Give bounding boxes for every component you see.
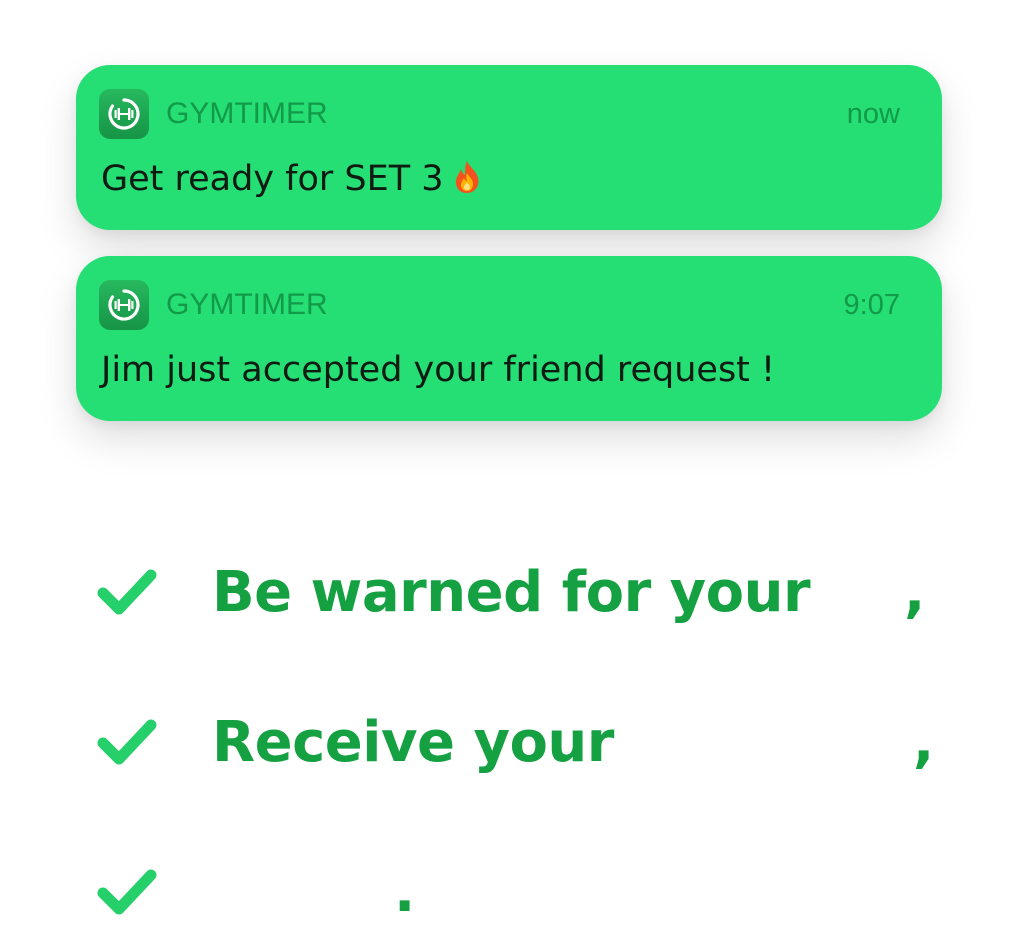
feature-item: . (0, 853, 1018, 933)
notification-time: 9:07 (843, 289, 900, 321)
feature-punctuation: . (394, 860, 416, 925)
checkmark-icon (97, 869, 157, 915)
notification-app-name: GYMTIMER (166, 288, 328, 321)
fire-emoji-icon (452, 160, 482, 205)
gymtimer-app-icon (99, 89, 149, 139)
checkmark-icon (97, 569, 157, 615)
gymtimer-app-icon (99, 280, 149, 330)
feature-punctuation: , (913, 710, 935, 775)
notification-card[interactable]: GYMTIMER now Get ready for SET 3 (76, 65, 942, 230)
feature-text: Receive your (212, 710, 614, 775)
notification-app-name: GYMTIMER (166, 97, 328, 130)
notification-card[interactable]: GYMTIMER 9:07 Jim just accepted your fri… (76, 256, 942, 421)
promo-screen: GYMTIMER now Get ready for SET 3 GYMTIME… (0, 0, 1018, 941)
feature-punctuation: , (904, 560, 926, 625)
notification-message-text: Get ready for SET 3 (101, 159, 444, 199)
checkmark-icon (97, 719, 157, 765)
notification-message: Get ready for SET 3 (101, 157, 482, 205)
feature-text: Be warned for your (212, 560, 811, 625)
feature-item: Be warned for your , (0, 553, 1018, 633)
notification-message: Jim just accepted your friend request ! (101, 350, 776, 390)
notification-time: now (846, 98, 900, 130)
feature-item: Receive your , (0, 703, 1018, 783)
